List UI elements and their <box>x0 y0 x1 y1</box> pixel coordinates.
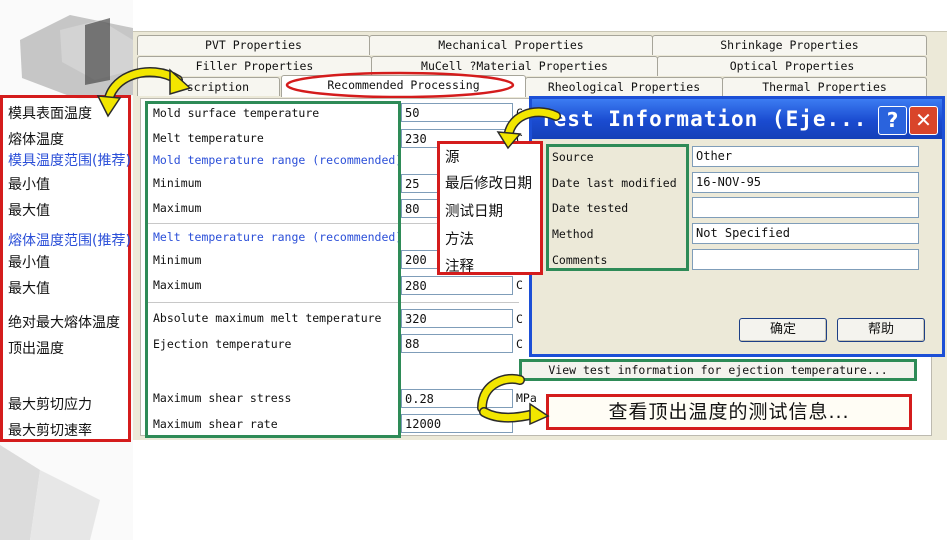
unit-label: C <box>516 312 523 326</box>
dialog-method-field[interactable]: Not Specified <box>692 223 919 244</box>
chinese-view-test-information-label: 查看顶出温度的测试信息... <box>546 394 912 430</box>
cn-label: 绝对最大熔体温度 <box>8 315 120 331</box>
help-button[interactable]: 帮助 <box>837 318 925 342</box>
tab-thermal-properties[interactable]: Thermal Properties <box>722 77 927 97</box>
yellow-arrow-icon <box>477 373 550 426</box>
dialog-source-field[interactable]: Other <box>692 146 919 167</box>
cn-label: 模具表面温度 <box>8 106 92 122</box>
unit-label: C <box>516 337 523 351</box>
cn-section-label: 模具温度范围(推荐) <box>8 153 131 169</box>
cn-label: 顶出温度 <box>8 341 64 357</box>
tab-shrinkage-properties[interactable]: Shrinkage Properties <box>652 35 927 55</box>
dialog-labels-annotation-box <box>546 144 689 271</box>
dialog-title-bar[interactable]: Test Information (Eje... ? ✕ <box>532 99 942 139</box>
dialog-date-last-modified-field[interactable]: 16-NOV-95 <box>692 172 919 193</box>
yellow-arrow-icon <box>96 67 192 118</box>
unit-label: C <box>516 278 523 292</box>
dialog-date-tested-field[interactable] <box>692 197 919 218</box>
close-icon[interactable]: ✕ <box>909 106 938 135</box>
cn-label: 最小值 <box>8 255 50 271</box>
cn-section-label: 熔体温度范围(推荐) <box>8 233 131 249</box>
yellow-arrow-icon <box>496 107 561 150</box>
cn-label: 最大剪切应力 <box>8 397 92 413</box>
cn-label: 最小值 <box>8 177 50 193</box>
active-tab-highlight-ellipse <box>285 71 515 99</box>
cn-label: 最大值 <box>8 203 50 219</box>
ejection-temperature-input[interactable]: 88 <box>401 334 513 353</box>
cn-label: 最大剪切速率 <box>8 423 92 439</box>
melt-temp-maximum-input[interactable]: 280 <box>401 276 513 295</box>
cn-dialog-label: 注释 <box>445 259 474 275</box>
cn-label: 熔体温度 <box>8 132 64 148</box>
cn-dialog-label: 方法 <box>445 232 474 248</box>
cn-label: 最大值 <box>8 281 50 297</box>
english-labels-annotation-box <box>145 101 401 438</box>
absolute-max-melt-temperature-input[interactable]: 320 <box>401 309 513 328</box>
view-test-information-button[interactable]: View test information for ejection tempe… <box>519 359 917 381</box>
cn-dialog-label: 测试日期 <box>445 204 503 220</box>
cn-dialog-label: 最后修改日期 <box>445 176 532 192</box>
dialog-comments-field[interactable] <box>692 249 919 270</box>
dialog-title: Test Information (Eje... <box>540 107 868 131</box>
cn-dialog-label: 源 <box>445 150 460 166</box>
tab-pvt-properties[interactable]: PVT Properties <box>137 35 370 55</box>
tab-optical-properties[interactable]: Optical Properties <box>657 56 927 76</box>
ok-button[interactable]: 确定 <box>739 318 827 342</box>
tab-rheological-properties[interactable]: Rheological Properties <box>525 77 723 97</box>
help-icon[interactable]: ? <box>878 106 907 135</box>
tab-mechanical-properties[interactable]: Mechanical Properties <box>369 35 653 55</box>
